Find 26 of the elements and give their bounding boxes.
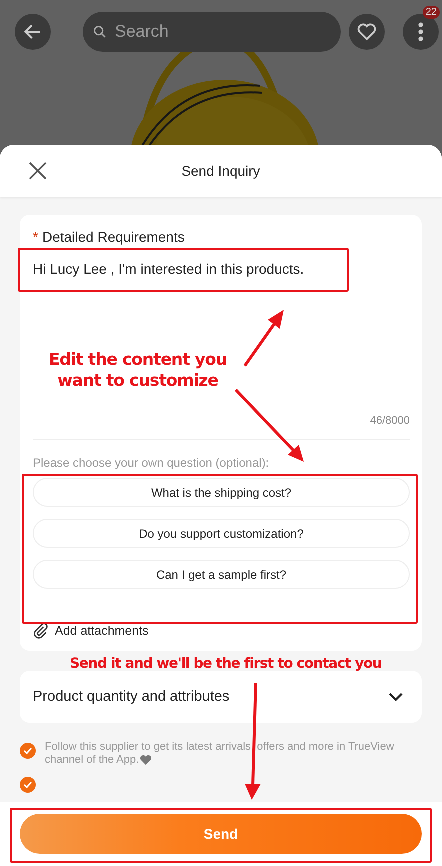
checkbox[interactable]: [20, 777, 36, 793]
close-button[interactable]: [28, 161, 48, 181]
search-field[interactable]: Search: [113, 21, 317, 43]
search-field[interactable]: Search: [83, 12, 341, 52]
annotation-text: Send it and we'll be the first to contact you: [70, 655, 382, 674]
heart-icon: [356, 21, 378, 43]
add-attachments-link[interactable]: Add attachments: [55, 624, 149, 638]
checkmark-icon: [23, 780, 33, 790]
question-chip[interactable]: Do you support customization?: [33, 519, 410, 548]
question-hint: Please choose your own question (optional):: [33, 456, 270, 470]
arrow: [244, 310, 284, 367]
checkbox[interactable]: [20, 743, 36, 759]
product-attributes-row[interactable]: Product quantity and attributes: [20, 671, 422, 723]
question-chip[interactable]: Can I get a sample first?: [33, 560, 410, 589]
annotation-text: Edit the content you want to customize: [48, 349, 228, 391]
search-icon: [93, 25, 107, 39]
close-icon: [28, 161, 48, 181]
checkmark-icon: [23, 746, 33, 756]
sheet-title: Send Inquiry: [182, 163, 260, 179]
heart-icon: [139, 754, 154, 766]
required-mark: *: [33, 229, 38, 245]
question-chip[interactable]: What is the shipping cost?: [33, 478, 410, 507]
field-label: Detailed Requirements: [42, 229, 185, 245]
paperclip-icon: [33, 623, 49, 639]
character-counter: 46/8000: [370, 415, 410, 427]
more-icon: [418, 22, 424, 42]
